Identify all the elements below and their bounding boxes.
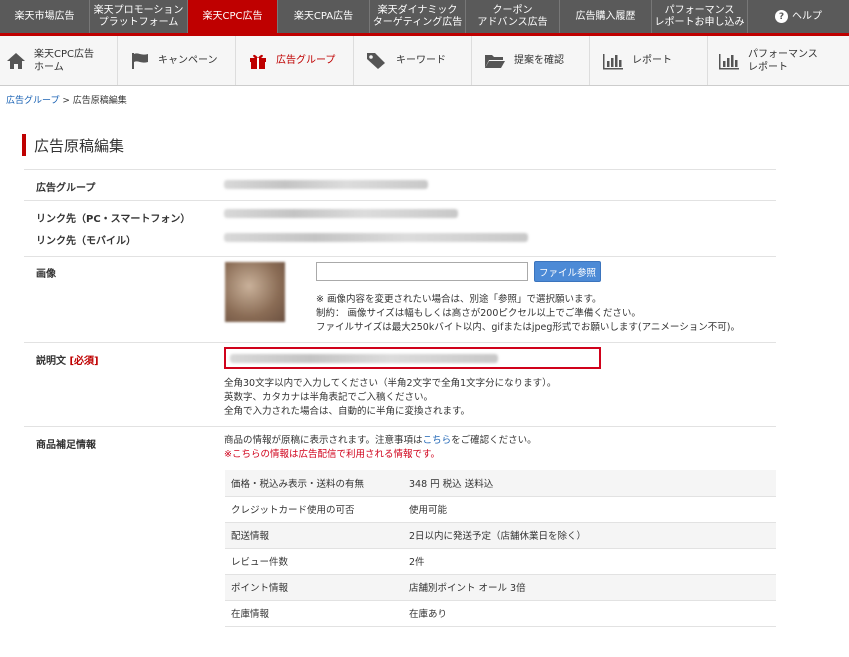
- top-nav-label: 楽天プロモーション プラットフォーム: [93, 4, 184, 28]
- top-nav-item-cpa[interactable]: 楽天CPA広告: [278, 0, 370, 33]
- file-path-input[interactable]: [316, 262, 528, 281]
- table-row: レビュー件数 2件: [225, 548, 776, 575]
- top-nav-label: 広告購入履歴: [575, 10, 636, 22]
- table-key: クレジットカード使用の可否: [225, 496, 403, 523]
- link-mobile-value-redacted: [224, 233, 528, 242]
- image-notes: ※ 画像内容を変更されたい場合は、別途「参照」で選択願います。 制約： 画像サイ…: [316, 293, 740, 335]
- product-info-table: 価格・税込み表示・送料の有無 348 円 税込 送料込 クレジットカード使用の可否…: [225, 470, 776, 627]
- ad-image-thumbnail: [225, 262, 285, 322]
- breadcrumb-current: 広告原稿編集: [72, 96, 127, 106]
- top-nav-item-promotion[interactable]: 楽天プロモーション プラットフォーム: [90, 0, 188, 33]
- product-note-text: 商品の情報が原稿に表示されます。注意事項は: [224, 435, 423, 446]
- product-note-warning: ※こちらの情報は広告配信で利用される情報です。: [224, 449, 441, 460]
- sub-nav-label: 提案を確認: [514, 55, 564, 66]
- table-row: 配送情報 2日以内に発送予定（店舗休業日を除く）: [225, 522, 776, 549]
- sub-nav-label: キャンペーン: [158, 55, 218, 66]
- image-label: 画像: [36, 269, 56, 280]
- sub-nav-label: 広告グループ: [276, 55, 336, 66]
- link-mobile-label: リンク先（モバイル）: [36, 236, 136, 247]
- table-key: 配送情報: [225, 522, 403, 549]
- top-nav-item-dynamic[interactable]: 楽天ダイナミック ターゲティング広告: [370, 0, 466, 33]
- ad-group-label: 広告グループ: [36, 183, 96, 194]
- help-link[interactable]: ? ヘルプ: [748, 0, 849, 33]
- product-info-notes: 商品の情報が原稿に表示されます。注意事項はこちらをご確認ください。 ※こちらの情…: [224, 434, 537, 462]
- sub-nav-item-keyword[interactable]: キーワード: [354, 36, 472, 85]
- product-info-label: 商品補足情報: [36, 440, 96, 451]
- sub-nav-item-report[interactable]: レポート: [590, 36, 708, 85]
- home-icon: [7, 52, 25, 69]
- top-nav-label: 楽天CPC広告: [202, 10, 263, 22]
- top-nav-label: 楽天市場広告: [14, 10, 75, 22]
- gift-icon: [250, 54, 266, 69]
- top-nav-item-coupon[interactable]: クーポン アドバンス広告: [466, 0, 560, 33]
- description-label-text: 説明文: [36, 356, 66, 367]
- product-note-text: をご確認ください。: [451, 435, 537, 446]
- top-nav-label: クーポン アドバンス広告: [477, 4, 548, 28]
- table-row: クレジットカード使用の可否 使用可能: [225, 496, 776, 523]
- table-key: 価格・税込み表示・送料の有無: [225, 470, 403, 497]
- table-value: 在庫あり: [403, 600, 776, 627]
- table-value: 2日以内に発送予定（店舗休業日を除く）: [403, 522, 776, 549]
- top-nav-label: 楽天ダイナミック ターゲティング広告: [372, 4, 463, 28]
- table-key: レビュー件数: [225, 548, 403, 575]
- image-note-line: ※ 画像内容を変更されたい場合は、別途「参照」で選択願います。: [316, 294, 602, 305]
- table-row: 在庫情報 在庫あり: [225, 600, 776, 627]
- table-value: 使用可能: [403, 496, 776, 523]
- link-pc-label: リンク先（PC・スマートフォン）: [36, 214, 191, 225]
- title-accent-bar: [22, 134, 26, 156]
- top-nav-item-market[interactable]: 楽天市場広告: [0, 0, 90, 33]
- top-nav-item-performance[interactable]: パフォーマンス レポートお申し込み: [652, 0, 748, 33]
- sub-nav-item-proposal[interactable]: 提案を確認: [472, 36, 590, 85]
- description-note-line: 英数字、カタカナは半角表記でご入稿ください。: [224, 392, 434, 403]
- description-note-line: 全角で入力された場合は、自動的に半角に変換されます。: [224, 406, 471, 417]
- sub-nav-item-ad-group[interactable]: 広告グループ: [236, 36, 354, 85]
- image-note-line: 制約： 画像サイズは幅もしくは高さが200ピクセル以上でご準備ください。: [316, 308, 641, 319]
- top-nav-item-cpc[interactable]: 楽天CPC広告: [188, 0, 278, 33]
- table-key: 在庫情報: [225, 600, 403, 627]
- description-value-redacted: [230, 354, 498, 363]
- sub-nav-label: レポート: [632, 55, 672, 66]
- image-note-line: ファイルサイズは最大250kバイト以内、gifまたはjpeg形式でお願いします(…: [316, 322, 740, 333]
- link-pc-value-redacted: [224, 209, 458, 218]
- top-nav-label: 楽天CPA広告: [293, 10, 354, 22]
- product-note-link[interactable]: こちら: [423, 435, 452, 446]
- folder-icon: [485, 54, 505, 68]
- table-key: ポイント情報: [225, 574, 403, 601]
- tag-icon: [367, 52, 385, 69]
- description-label: 説明文 [必須]: [36, 352, 99, 367]
- sub-nav-item-performance-report[interactable]: パフォーマンス レポート: [708, 36, 831, 85]
- table-row: 価格・税込み表示・送料の有無 348 円 税込 送料込: [225, 470, 776, 497]
- breadcrumb-link-ad-group[interactable]: 広告グループ: [6, 96, 59, 106]
- bar-chart-icon: [719, 53, 739, 69]
- bar-chart-icon: [603, 53, 623, 69]
- required-tag: [必須]: [69, 356, 99, 367]
- sub-nav-label: 楽天CPC広告 ホーム: [34, 48, 94, 73]
- sub-nav-item-campaign[interactable]: キャンペーン: [118, 36, 236, 85]
- sub-nav-label: キーワード: [396, 55, 446, 66]
- description-notes: 全角30文字以内で入力してください（半角2文字で全角1文字分になります）。 英数…: [224, 377, 556, 419]
- table-value: 店舗別ポイント オール 3倍: [403, 574, 776, 601]
- breadcrumb: 広告グループ > 広告原稿編集: [6, 93, 127, 106]
- breadcrumb-separator: >: [59, 96, 73, 106]
- table-value: 348 円 税込 送料込: [403, 470, 776, 497]
- flag-icon: [132, 52, 148, 69]
- page-title: 広告原稿編集: [34, 137, 125, 155]
- ad-group-value-redacted: [224, 180, 428, 189]
- sub-nav: 楽天CPC広告 ホーム キャンペーン 広告グループ キーワード 提案を確認 レポ…: [0, 36, 849, 86]
- top-nav-label: パフォーマンス レポートお申し込み: [654, 4, 745, 28]
- table-value: 2件: [403, 548, 776, 575]
- sub-nav-label: パフォーマンス レポート: [748, 48, 818, 73]
- description-note-line: 全角30文字以内で入力してください（半角2文字で全角1文字分になります）。: [224, 378, 557, 389]
- sub-nav-item-home[interactable]: 楽天CPC広告 ホーム: [0, 36, 118, 85]
- table-row: ポイント情報 店舗別ポイント オール 3倍: [225, 574, 776, 601]
- file-browse-button[interactable]: ファイル参照: [534, 261, 601, 282]
- help-label: ヘルプ: [792, 10, 822, 22]
- help-icon: ?: [775, 10, 788, 23]
- top-nav-item-history[interactable]: 広告購入履歴: [560, 0, 652, 33]
- top-nav: 楽天市場広告 楽天プロモーション プラットフォーム 楽天CPC広告 楽天CPA広…: [0, 0, 849, 36]
